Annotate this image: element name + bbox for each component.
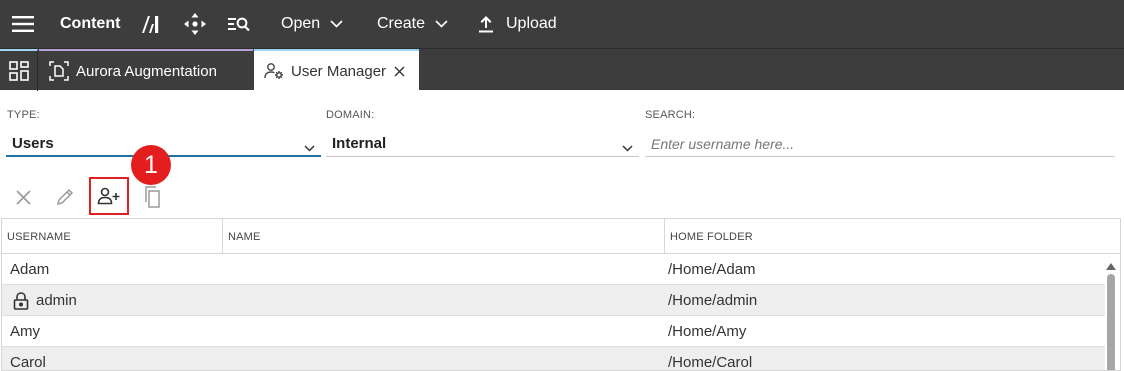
search-label: SEARCH: <box>645 109 696 121</box>
dashboard-grid-icon[interactable] <box>0 49 38 91</box>
username-cell: Carol <box>10 354 46 371</box>
add-user-icon <box>97 187 121 205</box>
open-menu-button[interactable]: Open <box>281 0 343 48</box>
list-search-icon[interactable] <box>228 0 250 48</box>
close-icon[interactable] <box>392 64 406 78</box>
chevron-down-icon <box>304 139 315 156</box>
home-folder-cell: /Home/admin <box>668 292 758 309</box>
tab-label: User Manager <box>291 62 387 80</box>
column-header-username[interactable]: USERNAME <box>2 219 223 254</box>
domain-select[interactable]: Internal <box>326 131 639 157</box>
copy-icon <box>143 186 161 208</box>
pencil-ruler-icon[interactable] <box>140 0 162 48</box>
upload-button[interactable]: Upload <box>478 0 557 48</box>
user-table: USERNAME NAME HOME FOLDER Adam /Home/Ada… <box>1 218 1121 371</box>
top-toolbar: Content Open Create Upload <box>0 0 1124 48</box>
add-user-button[interactable] <box>89 177 129 215</box>
column-header-home-folder[interactable]: HOME FOLDER <box>665 219 1120 254</box>
table-row[interactable]: Amy /Home/Amy <box>2 316 1105 347</box>
search-input[interactable] <box>645 131 1115 157</box>
hamburger-icon[interactable] <box>12 0 34 48</box>
vertical-scrollbar[interactable] <box>1104 254 1118 370</box>
column-header-name[interactable]: NAME <box>223 219 665 254</box>
copy-button[interactable] <box>137 182 167 212</box>
user-gear-icon <box>264 62 284 80</box>
table-row[interactable]: Adam /Home/Adam <box>2 254 1105 285</box>
edit-button[interactable] <box>50 182 80 212</box>
scroll-up-arrow-icon[interactable] <box>1106 257 1116 275</box>
tab-aurora-augmentation[interactable]: Aurora Augmentation <box>39 49 253 91</box>
username-cell: Amy <box>10 323 40 340</box>
open-label: Open <box>281 15 321 32</box>
create-label: Create <box>377 15 426 32</box>
app-title: Content <box>60 15 121 32</box>
delete-button[interactable] <box>8 182 38 212</box>
tab-user-manager[interactable]: User Manager <box>254 49 419 91</box>
chevron-down-icon <box>330 20 343 28</box>
domain-label: DOMAIN: <box>326 109 375 121</box>
type-label: TYPE: <box>7 109 40 121</box>
upload-icon <box>478 15 494 33</box>
home-folder-cell: /Home/Adam <box>668 261 756 278</box>
home-folder-cell: /Home/Carol <box>668 354 753 371</box>
username-cell: Adam <box>10 261 50 278</box>
pencil-icon <box>56 188 74 206</box>
upload-label: Upload <box>506 15 557 32</box>
step-callout-badge: 1 <box>131 145 171 185</box>
tab-label: Aurora Augmentation <box>76 62 217 80</box>
augmentation-doc-icon <box>49 61 69 81</box>
type-value: Users <box>12 134 54 152</box>
chevron-down-icon <box>622 139 633 156</box>
domain-value: Internal <box>332 135 387 152</box>
close-icon <box>15 189 31 205</box>
table-row[interactable]: admin /Home/admin <box>2 285 1105 316</box>
username-cell: admin <box>10 285 77 316</box>
table-row[interactable]: Carol /Home/Carol <box>2 347 1105 371</box>
tab-strip: Aurora Augmentation User Manager <box>0 48 1124 91</box>
move-arrows-icon[interactable] <box>184 0 206 48</box>
scrollbar-thumb[interactable] <box>1107 274 1115 370</box>
table-header: USERNAME NAME HOME FOLDER <box>2 219 1120 254</box>
chevron-down-icon <box>435 20 448 28</box>
create-menu-button[interactable]: Create <box>377 0 448 48</box>
lock-icon <box>13 291 29 310</box>
home-folder-cell: /Home/Amy <box>668 323 747 340</box>
username-text: admin <box>36 292 77 309</box>
